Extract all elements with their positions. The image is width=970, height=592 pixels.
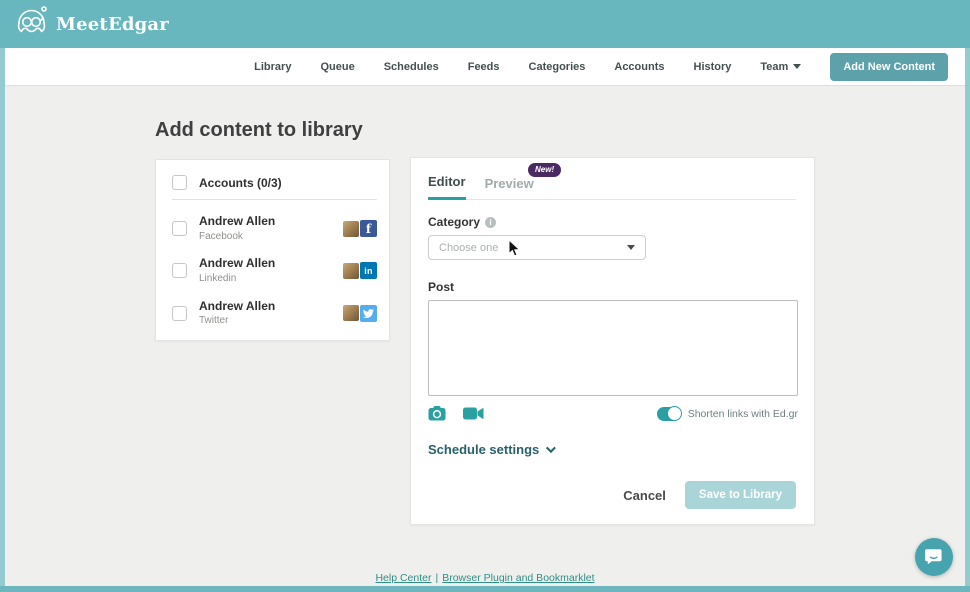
add-video-button[interactable] <box>463 407 484 420</box>
main-navbar: Library Queue Schedules Feeds Categories… <box>0 48 970 86</box>
account-name: Andrew Allen <box>199 215 275 229</box>
post-label-row: Post <box>428 280 796 294</box>
page-edge-left <box>0 48 5 592</box>
brand-name: MeetEdgar <box>56 14 169 35</box>
avatar <box>343 263 359 279</box>
app-header: MeetEdgar <box>0 0 970 48</box>
save-to-library-button[interactable]: Save to Library <box>685 481 796 509</box>
account-network: Linkedin <box>199 273 275 285</box>
account-row-facebook: Andrew Allen Facebook f <box>172 215 377 242</box>
linkedin-icon: in <box>360 262 377 279</box>
post-label: Post <box>428 280 454 294</box>
browser-plugin-link[interactable]: Browser Plugin and Bookmarklet <box>442 572 594 584</box>
chat-launcher-button[interactable] <box>915 538 953 576</box>
video-camera-icon <box>463 407 484 420</box>
media-row: Shorten links with Ed.gr <box>428 406 798 421</box>
account-media <box>343 305 377 322</box>
page-edge-bottom <box>0 586 970 592</box>
nav-accounts[interactable]: Accounts <box>608 57 670 77</box>
accounts-header-row: Accounts (0/3) <box>172 175 377 200</box>
account-checkbox-linkedin[interactable] <box>172 263 187 278</box>
chat-bubble-icon <box>924 547 944 567</box>
nav-team-menu[interactable]: Team <box>754 57 807 77</box>
tab-editor[interactable]: Editor <box>428 174 466 200</box>
nav-schedules[interactable]: Schedules <box>378 57 445 77</box>
octopus-logo-icon <box>13 4 49 45</box>
account-checkbox-facebook[interactable] <box>172 221 187 236</box>
twitter-icon <box>360 305 377 322</box>
nav-library[interactable]: Library <box>248 57 297 77</box>
accounts-panel: Accounts (0/3) Andrew Allen Facebook f A… <box>155 159 390 341</box>
account-name: Andrew Allen <box>199 300 275 314</box>
account-checkbox-twitter[interactable] <box>172 306 187 321</box>
account-media: f <box>343 220 377 237</box>
account-row-linkedin: Andrew Allen Linkedin in <box>172 257 377 284</box>
account-texts: Andrew Allen Linkedin <box>199 257 275 284</box>
cancel-button[interactable]: Cancel <box>623 488 666 503</box>
page-title: Add content to library <box>155 119 363 142</box>
chevron-down-icon <box>627 245 635 250</box>
account-network: Facebook <box>199 231 275 243</box>
chevron-down-icon <box>793 64 801 69</box>
schedule-settings-label: Schedule settings <box>428 442 539 457</box>
info-icon[interactable]: i <box>485 217 496 228</box>
account-texts: Andrew Allen Facebook <box>199 215 275 242</box>
add-photo-button[interactable] <box>428 406 446 421</box>
select-all-accounts-checkbox[interactable] <box>172 175 187 190</box>
page-footer: Help Center | Browser Plugin and Bookmarkl… <box>0 572 970 584</box>
avatar <box>343 305 359 321</box>
shorten-links-toggle[interactable] <box>657 407 681 421</box>
account-network: Twitter <box>199 315 275 327</box>
shorten-links-label: Shorten links with Ed.gr <box>688 408 798 420</box>
account-texts: Andrew Allen Twitter <box>199 300 275 327</box>
post-textarea[interactable] <box>428 300 798 396</box>
account-name: Andrew Allen <box>199 257 275 271</box>
accounts-count-label: Accounts (0/3) <box>199 176 282 190</box>
category-dropdown-value: Choose one <box>439 242 627 254</box>
nav-team-label: Team <box>760 61 788 73</box>
nav-history[interactable]: History <box>688 57 738 77</box>
camera-icon <box>428 406 446 421</box>
new-badge: New! <box>528 163 561 177</box>
category-label-row: Category i <box>428 215 796 229</box>
schedule-settings-toggle[interactable]: Schedule settings <box>428 442 553 457</box>
brand-logo[interactable]: MeetEdgar <box>13 4 169 45</box>
editor-panel: Editor Preview New! Category i Choose on… <box>410 157 815 525</box>
nav-queue[interactable]: Queue <box>314 57 360 77</box>
tab-preview[interactable]: Preview <box>485 176 534 199</box>
account-row-twitter: Andrew Allen Twitter <box>172 300 377 327</box>
category-dropdown[interactable]: Choose one <box>428 235 646 260</box>
toggle-knob <box>667 406 682 421</box>
nav-categories[interactable]: Categories <box>523 57 592 77</box>
nav-feeds[interactable]: Feeds <box>462 57 506 77</box>
avatar <box>343 221 359 237</box>
editor-tabs: Editor Preview New! <box>428 174 796 200</box>
facebook-icon: f <box>360 220 377 237</box>
category-label: Category <box>428 215 480 229</box>
add-new-content-button[interactable]: Add New Content <box>830 53 948 81</box>
help-center-link[interactable]: Help Center <box>375 572 431 584</box>
footer-separator: | <box>435 572 438 584</box>
chevron-down-icon <box>546 443 556 453</box>
account-media: in <box>343 262 377 279</box>
editor-actions: Cancel Save to Library <box>623 481 796 509</box>
page-edge-right <box>965 48 970 592</box>
